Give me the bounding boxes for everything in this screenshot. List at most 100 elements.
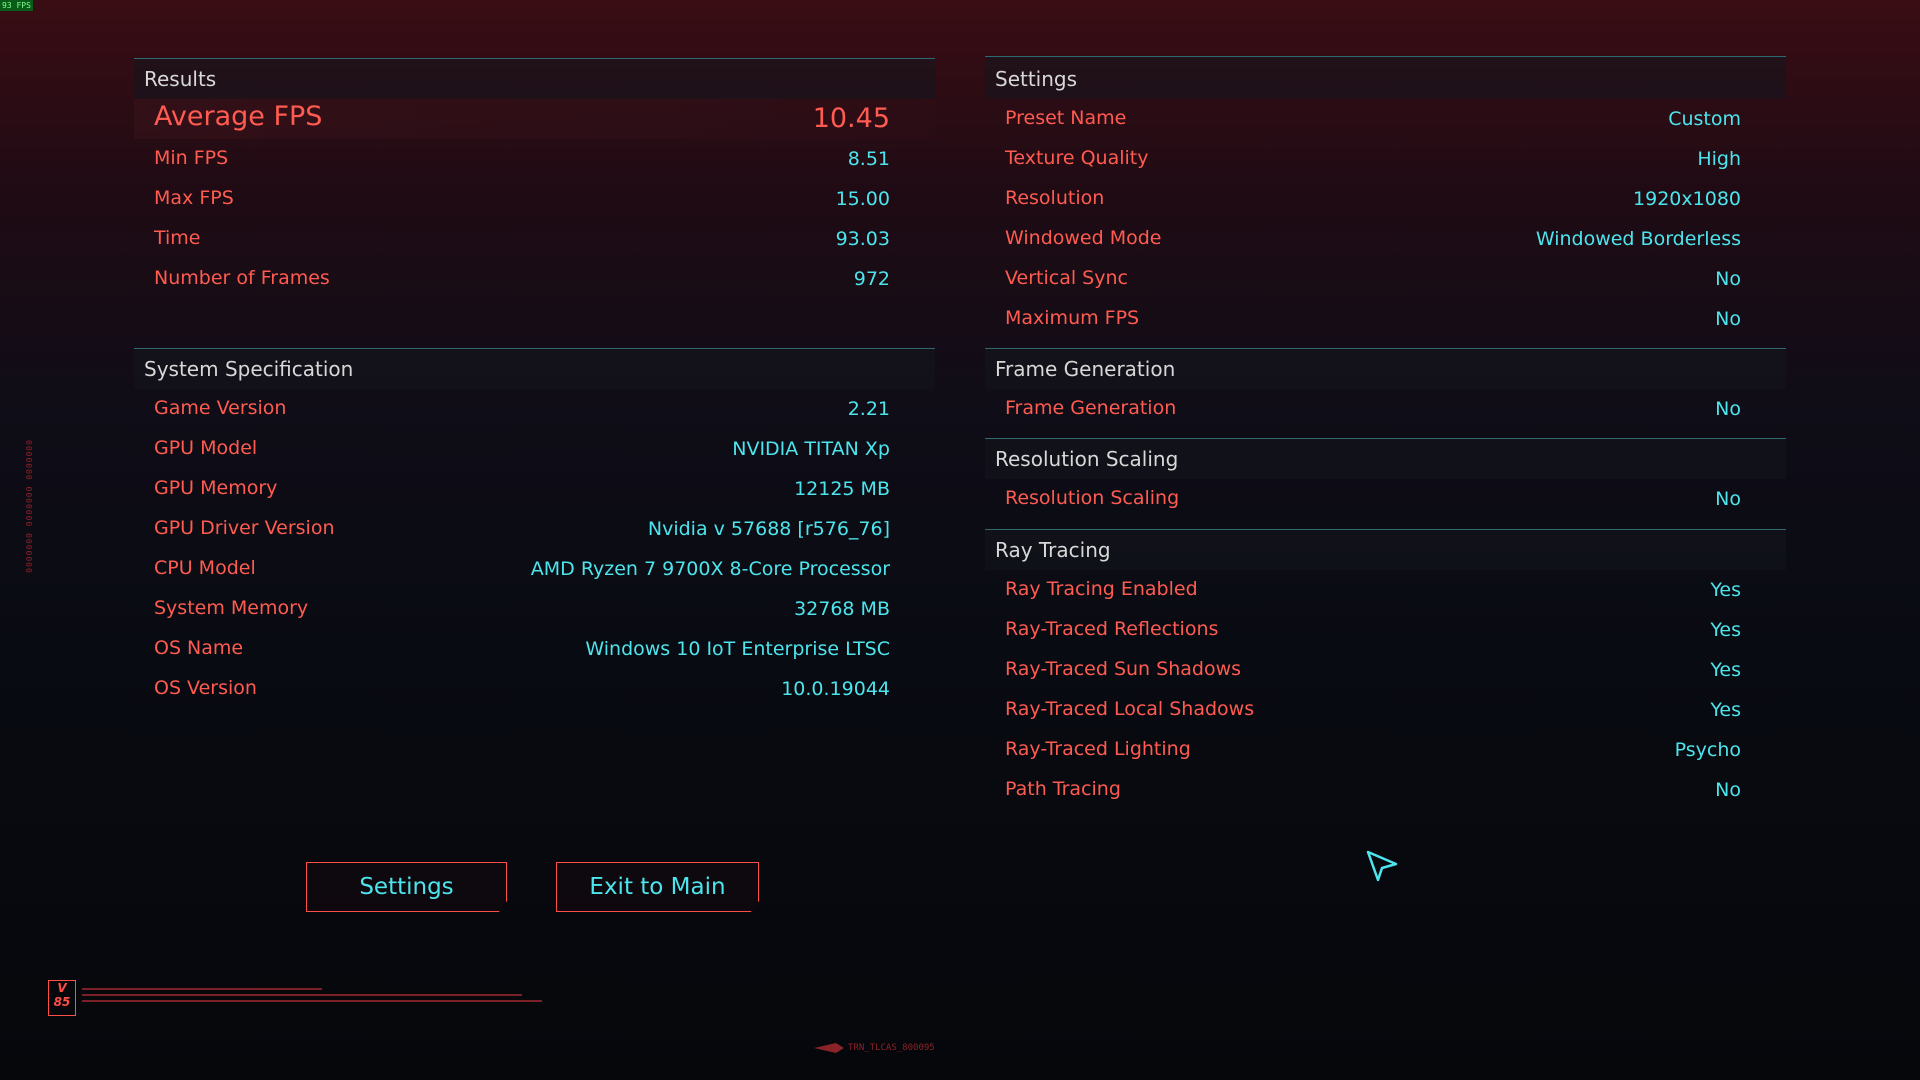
result-row: Number of Frames 972	[134, 259, 935, 299]
row-value: Yes	[1710, 619, 1741, 641]
arrow-icon	[814, 1043, 844, 1053]
setting-row: Ray-Traced Local Shadows Yes	[985, 690, 1786, 730]
setting-row: Maximum FPS No	[985, 299, 1786, 339]
row-label: Texture Quality	[1005, 147, 1149, 169]
row-value: 1920x1080	[1633, 188, 1741, 210]
row-value: Yes	[1710, 659, 1741, 681]
settings-button[interactable]: Settings	[306, 862, 507, 912]
row-value: 2.21	[847, 398, 890, 420]
row-label: GPU Memory	[154, 477, 278, 499]
row-value: Psycho	[1674, 739, 1741, 761]
frame-generation-header: Frame Generation	[985, 349, 1786, 389]
system-spec-header: System Specification	[134, 349, 935, 389]
average-fps-label: Average FPS	[154, 101, 323, 132]
row-value: No	[1715, 308, 1741, 330]
resolution-scaling-header: Resolution Scaling	[985, 439, 1786, 479]
side-decoration: 0000000 0000000 0000000	[24, 440, 33, 574]
row-value: 93.03	[835, 228, 890, 250]
row-label: OS Version	[154, 677, 257, 699]
ray-tracing-header: Ray Tracing	[985, 530, 1786, 570]
exit-to-main-menu-button[interactable]: Exit to Main Menu	[556, 862, 759, 912]
row-value: High	[1697, 148, 1741, 170]
spec-row: GPU Driver Version Nvidia v 57688 [r576_7…	[134, 509, 935, 549]
row-label: Path Tracing	[1005, 778, 1121, 800]
row-label: Ray-Traced Reflections	[1005, 618, 1219, 640]
footer-code: TRN_TLCAS_800095	[848, 1043, 935, 1053]
result-row: Min FPS 8.51	[134, 139, 935, 179]
row-value: AMD Ryzen 7 9700X 8-Core Processor	[530, 558, 890, 580]
spec-row: GPU Model NVIDIA TITAN Xp	[134, 429, 935, 469]
row-label: System Memory	[154, 597, 309, 619]
row-value: No	[1715, 779, 1741, 801]
setting-row: Windowed Mode Windowed Borderless	[985, 219, 1786, 259]
row-value: 32768 MB	[794, 598, 890, 620]
setting-row: Preset Name Custom	[985, 99, 1786, 139]
row-label: Frame Generation	[1005, 397, 1177, 419]
setting-row: Texture Quality High	[985, 139, 1786, 179]
row-label: Time	[154, 227, 201, 249]
row-value: 15.00	[835, 188, 890, 210]
row-label: Max FPS	[154, 187, 234, 209]
setting-row: Resolution 1920x1080	[985, 179, 1786, 219]
row-label: GPU Model	[154, 437, 258, 459]
average-fps-row: Average FPS 10.45	[134, 99, 935, 139]
row-value: Yes	[1710, 699, 1741, 721]
settings-header: Settings	[985, 57, 1786, 99]
spec-row: GPU Memory 12125 MB	[134, 469, 935, 509]
result-row: Max FPS 15.00	[134, 179, 935, 219]
row-value: 8.51	[847, 148, 890, 170]
row-label: OS Name	[154, 637, 244, 659]
frame-generation-panel: Frame Generation Frame Generation No	[985, 348, 1786, 429]
settings-panel: Settings Preset Name Custom Texture Quali…	[985, 56, 1786, 339]
row-label: Min FPS	[154, 147, 229, 169]
row-value: Yes	[1710, 579, 1741, 601]
row-value: NVIDIA TITAN Xp	[732, 438, 890, 460]
row-label: Windowed Mode	[1005, 227, 1162, 249]
average-fps-value: 10.45	[812, 103, 890, 134]
row-value: 10.0.19044	[781, 678, 890, 700]
spec-row: OS Name Windows 10 IoT Enterprise LTSC	[134, 629, 935, 669]
row-value: No	[1715, 488, 1741, 510]
row-value: Windows 10 IoT Enterprise LTSC	[585, 638, 890, 660]
row-label: Game Version	[154, 397, 287, 419]
spec-row: Game Version 2.21	[134, 389, 935, 429]
row-label: Number of Frames	[154, 267, 330, 289]
system-spec-panel: System Specification Game Version 2.21 GP…	[134, 348, 935, 709]
setting-row: Resolution Scaling No	[985, 479, 1786, 519]
setting-row: Vertical Sync No	[985, 259, 1786, 299]
row-label: Vertical Sync	[1005, 267, 1128, 289]
spec-row: System Memory 32768 MB	[134, 589, 935, 629]
row-value: Nvidia v 57688 [r576_76]	[647, 518, 890, 540]
row-label: Resolution Scaling	[1005, 487, 1180, 509]
cursor-icon	[1366, 850, 1398, 882]
row-value: Windowed Borderless	[1535, 228, 1741, 250]
setting-row: Ray-Traced Sun Shadows Yes	[985, 650, 1786, 690]
row-label: Ray-Traced Sun Shadows	[1005, 658, 1242, 680]
row-value: No	[1715, 268, 1741, 290]
row-label: Ray-Traced Lighting	[1005, 738, 1191, 760]
row-label: Resolution	[1005, 187, 1105, 209]
results-panel: Results Average FPS 10.45 Min FPS 8.51 M…	[134, 58, 935, 299]
setting-row: Path Tracing No	[985, 770, 1786, 810]
row-label: Ray Tracing Enabled	[1005, 578, 1198, 600]
spec-row: OS Version 10.0.19044	[134, 669, 935, 709]
result-row: Time 93.03	[134, 219, 935, 259]
setting-row: Ray-Traced Reflections Yes	[985, 610, 1786, 650]
fps-counter: 93 FPS	[0, 0, 33, 11]
resolution-scaling-panel: Resolution Scaling Resolution Scaling No	[985, 438, 1786, 519]
row-value: 12125 MB	[794, 478, 890, 500]
results-header: Results	[134, 59, 935, 99]
row-label: Preset Name	[1005, 107, 1127, 129]
spec-row: CPU Model AMD Ryzen 7 9700X 8-Core Proces…	[134, 549, 935, 589]
row-value: 972	[853, 268, 890, 290]
row-label: Maximum FPS	[1005, 307, 1140, 329]
row-label: GPU Driver Version	[154, 517, 335, 539]
row-value: Custom	[1668, 108, 1741, 130]
setting-row: Ray Tracing Enabled Yes	[985, 570, 1786, 610]
setting-row: Frame Generation No	[985, 389, 1786, 429]
footer-fineprint-decoration	[82, 988, 542, 1002]
setting-row: Ray-Traced Lighting Psycho	[985, 730, 1786, 770]
ray-tracing-panel: Ray Tracing Ray Tracing Enabled Yes Ray-T…	[985, 529, 1786, 810]
row-label: CPU Model	[154, 557, 256, 579]
row-value: No	[1715, 398, 1741, 420]
